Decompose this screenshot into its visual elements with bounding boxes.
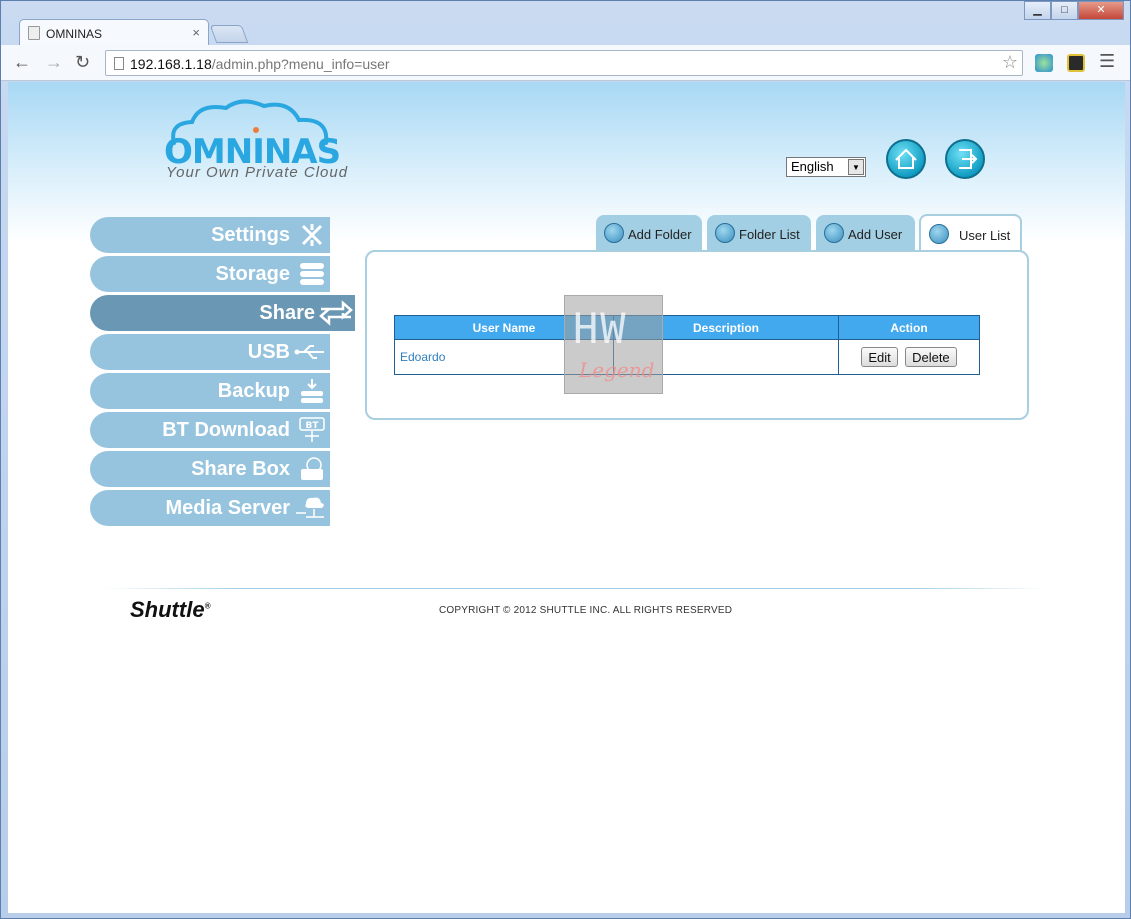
table-header-row: User Name Description Action	[394, 315, 980, 340]
new-tab-button[interactable]	[209, 25, 249, 43]
language-value: English	[791, 159, 834, 174]
watermark-text-top: HW	[573, 304, 628, 353]
tab-label: User List	[959, 228, 1011, 243]
user-name-link[interactable]: Edoardo	[400, 350, 445, 364]
sidebar-nav: Settings Storage Share USB Backup BT Dow…	[90, 217, 355, 529]
tab-label: Add User	[848, 227, 903, 242]
url-text: 192.168.1.18/admin.php?menu_info=user	[130, 56, 390, 72]
url-path: /admin.php?menu_info=user	[211, 56, 390, 72]
dropdown-arrow-icon: ▼	[848, 159, 864, 175]
sidebar-item-settings[interactable]: Settings	[90, 217, 330, 253]
shuttle-logo: Shuttle®	[130, 597, 210, 623]
tab-close-icon[interactable]: ×	[192, 25, 200, 40]
page-favicon-icon	[28, 26, 40, 40]
storage-icon	[300, 263, 324, 285]
sidebar-item-usb[interactable]: USB	[90, 334, 330, 370]
user-table: User Name Description Action Edoardo Edi…	[394, 315, 980, 375]
action-cell: Edit Delete	[838, 339, 980, 375]
omninas-logo: OMNINAS Your Own Private Cloud	[164, 98, 347, 188]
add-folder-icon	[604, 223, 624, 243]
menu-icon[interactable]: ☰	[1099, 51, 1115, 72]
copyright-text: COPYRIGHT © 2012 SHUTTLE INC. ALL RIGHTS…	[439, 605, 733, 616]
home-button[interactable]	[886, 139, 926, 179]
logout-icon	[959, 149, 978, 169]
url-host: 192.168.1.18	[130, 56, 212, 72]
sidebar-item-label: Settings	[211, 224, 290, 246]
footer-divider	[103, 588, 1048, 589]
column-header-action: Action	[838, 315, 980, 340]
watermark-logo: HW Legend	[564, 295, 663, 394]
sidebar-item-label: BT Download	[162, 419, 290, 441]
reload-icon[interactable]: ↻	[75, 52, 90, 73]
sidebar-item-label: USB	[247, 341, 290, 363]
user-list-icon	[929, 224, 949, 244]
extension-icon[interactable]	[1067, 54, 1085, 72]
sidebar-item-share[interactable]: Share	[90, 295, 355, 331]
bookmark-star-icon[interactable]: ☆	[1002, 52, 1018, 73]
browser-toolbar: ← → ↻ 192.168.1.18/admin.php?menu_info=u…	[1, 45, 1130, 81]
skype-extension-icon[interactable]	[1035, 54, 1053, 72]
usb-icon	[294, 345, 324, 359]
delete-button[interactable]: Delete	[905, 347, 957, 367]
tab-add-folder[interactable]: Add Folder	[596, 215, 702, 251]
sidebar-item-label: Storage	[215, 263, 290, 285]
page-icon	[114, 57, 124, 70]
folder-list-icon	[715, 223, 735, 243]
sidebar-item-media-server[interactable]: Media Server	[90, 490, 330, 526]
bt-icon: BT	[299, 417, 325, 442]
forward-arrow-icon[interactable]: →	[45, 52, 63, 73]
tab-title: OMNINAS	[46, 27, 103, 41]
sidebar-item-label: Media Server	[165, 497, 290, 519]
close-window-button[interactable]: ✕	[1078, 1, 1124, 20]
browser-window: OMNINAS × ▁ □ ✕ ← → ↻ 192.168.1.18/admin…	[0, 0, 1131, 919]
address-bar[interactable]: 192.168.1.18/admin.php?menu_info=user ☆	[105, 50, 1023, 76]
tab-label: Folder List	[739, 227, 800, 242]
logo-tagline: Your Own Private Cloud	[166, 164, 349, 181]
minimize-button[interactable]: ▁	[1024, 1, 1051, 20]
window-controls: ▁ □ ✕	[1024, 1, 1124, 21]
sidebar-item-backup[interactable]: Backup	[90, 373, 330, 409]
tab-user-list[interactable]: User List	[919, 214, 1022, 252]
registered-mark: ®	[204, 601, 211, 611]
brand-text: Shuttle	[130, 597, 205, 622]
maximize-button[interactable]: □	[1051, 1, 1078, 20]
page-viewport: OMNINAS Your Own Private Cloud English ▼…	[8, 82, 1125, 913]
share-arrows-icon	[319, 300, 353, 326]
sidebar-item-share-box[interactable]: Share Box	[90, 451, 330, 487]
language-select[interactable]: English ▼	[786, 157, 866, 177]
table-row: Edoardo Edit Delete	[394, 339, 980, 375]
tab-label: Add Folder	[628, 227, 692, 242]
media-server-icon	[296, 497, 324, 518]
tools-icon	[301, 224, 323, 246]
tab-folder-list[interactable]: Folder List	[707, 215, 811, 251]
logout-button[interactable]	[945, 139, 985, 179]
sidebar-item-label: Backup	[217, 380, 290, 402]
home-icon	[895, 148, 917, 169]
tab-strip: OMNINAS × ▁ □ ✕	[1, 1, 1130, 45]
sidebar-item-label: Share Box	[191, 458, 290, 480]
watermark-text-bottom: Legend	[579, 358, 655, 382]
tab-add-user[interactable]: Add User	[816, 215, 915, 251]
sharebox-icon	[301, 457, 323, 480]
add-user-icon	[824, 223, 844, 243]
sidebar-item-label: Share	[259, 302, 315, 324]
svg-text:BT: BT	[306, 421, 320, 431]
sidebar-item-bt-download[interactable]: BT Download BT	[90, 412, 330, 448]
back-arrow-icon[interactable]: ←	[13, 52, 31, 73]
browser-tab[interactable]: OMNINAS ×	[19, 19, 209, 45]
sidebar-item-storage[interactable]: Storage	[90, 256, 330, 292]
edit-button[interactable]: Edit	[861, 347, 898, 367]
backup-icon	[301, 379, 323, 403]
